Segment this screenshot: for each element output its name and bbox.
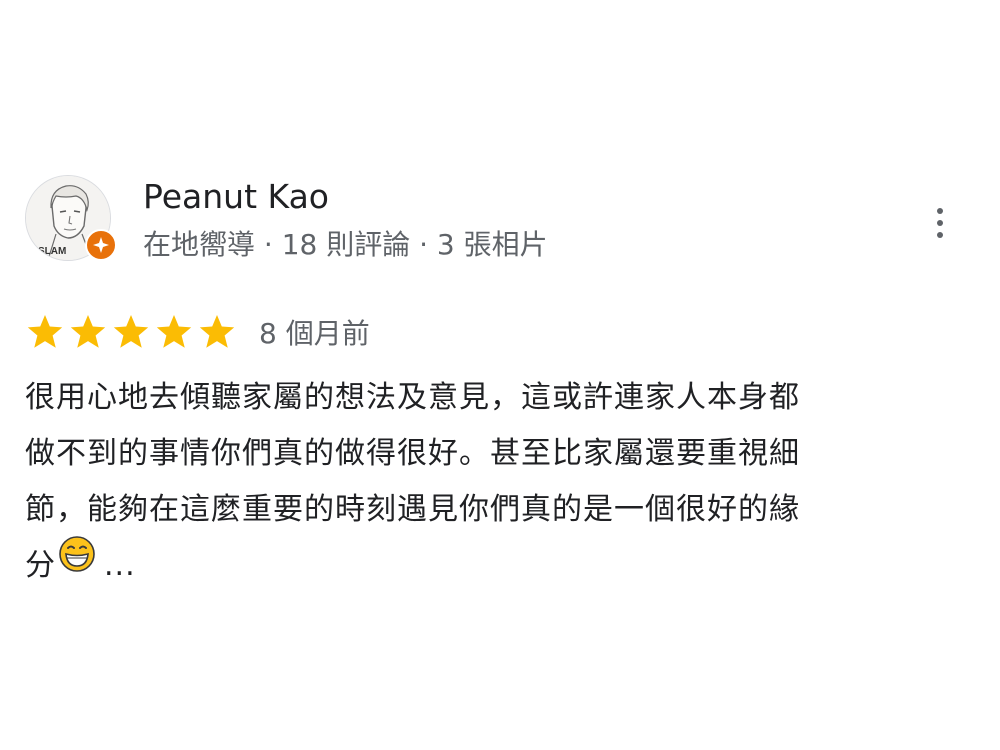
rating-row: 8 個月前: [25, 312, 370, 352]
grinning-face-emoji-icon: [58, 535, 96, 592]
more-options-button[interactable]: [925, 203, 955, 243]
star-filled-icon: [197, 313, 237, 351]
star-filled-icon: [25, 313, 65, 351]
review-text: 很用心地去傾聽家屬的想法及意見，這或許連家人本身都 做不到的事情你們真的做得很好…: [25, 370, 970, 595]
more-vert-icon: [937, 208, 943, 214]
avatar[interactable]: SLAM: [25, 175, 117, 261]
reviewer-name[interactable]: Peanut Kao: [143, 177, 329, 216]
review-text-line: 做不到的事情你們真的做得很好。甚至比家屬還要重視細: [25, 436, 800, 471]
reviewer-header: SLAM Peanut Kao 在地嚮導 · 18 則評論 · 3 張相片: [25, 175, 965, 265]
review-text-line: 很用心地去傾聽家屬的想法及意見，這或許連家人本身都: [25, 380, 800, 415]
review-card: SLAM Peanut Kao 在地嚮導 · 18 則評論 · 3 張相片 8 …: [0, 0, 1000, 750]
review-text-last-line: 分 ...: [25, 535, 970, 595]
star-filled-icon: [68, 313, 108, 351]
review-date: 8 個月前: [259, 317, 370, 350]
read-more-link[interactable]: ...: [104, 548, 136, 583]
star-rating: [25, 313, 237, 351]
review-text-line: 分: [25, 548, 56, 583]
reviewer-meta[interactable]: 在地嚮導 · 18 則評論 · 3 張相片: [143, 223, 548, 263]
review-text-line: 節，能夠在這麼重要的時刻遇見你們真的是一個很好的緣: [25, 492, 800, 527]
star-filled-icon: [111, 313, 151, 351]
svg-text:SLAM: SLAM: [38, 246, 66, 257]
star-filled-icon: [154, 313, 194, 351]
local-guide-badge-icon: [85, 229, 117, 261]
